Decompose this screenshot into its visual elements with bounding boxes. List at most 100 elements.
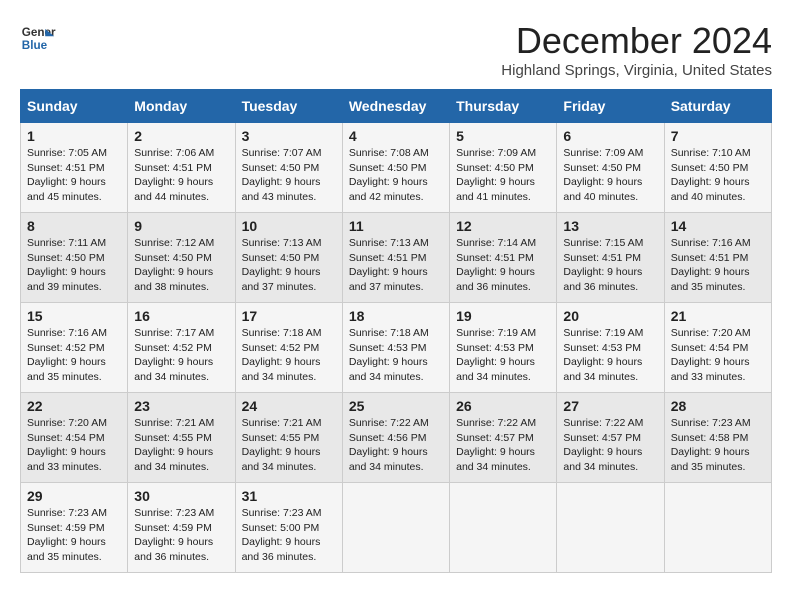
calendar-cell: 8 Sunrise: 7:11 AMSunset: 4:50 PMDaylight… [21,213,128,303]
day-info: Sunrise: 7:17 AMSunset: 4:52 PMDaylight:… [134,326,228,385]
day-number: 7 [671,128,765,144]
header-monday: Monday [128,90,235,123]
calendar-cell: 25Sunrise: 7:22 AMSunset: 4:56 PMDayligh… [342,393,449,483]
day-info: Sunrise: 7:20 AMSunset: 4:54 PMDaylight:… [671,326,765,385]
calendar-header-row: SundayMondayTuesdayWednesdayThursdayFrid… [21,90,772,123]
calendar-cell: 1 Sunrise: 7:05 AMSunset: 4:51 PMDaylight… [21,123,128,213]
day-info: Sunrise: 7:08 AMSunset: 4:50 PMDaylight:… [349,146,443,205]
calendar-cell: 12Sunrise: 7:14 AMSunset: 4:51 PMDayligh… [450,213,557,303]
day-number: 21 [671,308,765,324]
day-info: Sunrise: 7:22 AMSunset: 4:57 PMDaylight:… [563,416,657,475]
day-info: Sunrise: 7:15 AMSunset: 4:51 PMDaylight:… [563,236,657,295]
calendar-cell: 21 Sunrise: 7:20 AMSunset: 4:54 PMDayligh… [664,303,771,393]
day-number: 31 [242,488,336,504]
calendar-cell: 15 Sunrise: 7:16 AMSunset: 4:52 PMDayligh… [21,303,128,393]
calendar-cell: 29 Sunrise: 7:23 AMSunset: 4:59 PMDayligh… [21,483,128,573]
day-info: Sunrise: 7:13 AMSunset: 4:50 PMDaylight:… [242,236,336,295]
day-info: Sunrise: 7:09 AMSunset: 4:50 PMDaylight:… [563,146,657,205]
day-number: 2 [134,128,228,144]
day-number: 11 [349,218,443,234]
day-number: 17 [242,308,336,324]
day-info: Sunrise: 7:09 AMSunset: 4:50 PMDaylight:… [456,146,550,205]
day-info: Sunrise: 7:22 AMSunset: 4:56 PMDaylight:… [349,416,443,475]
day-info: Sunrise: 7:12 AMSunset: 4:50 PMDaylight:… [134,236,228,295]
logo: General Blue [20,20,56,56]
day-number: 10 [242,218,336,234]
calendar-cell: 3Sunrise: 7:07 AMSunset: 4:50 PMDaylight… [235,123,342,213]
header-friday: Friday [557,90,664,123]
day-info: Sunrise: 7:18 AMSunset: 4:53 PMDaylight:… [349,326,443,385]
day-number: 27 [563,398,657,414]
day-number: 14 [671,218,765,234]
calendar-cell: 6 Sunrise: 7:09 AMSunset: 4:50 PMDaylight… [557,123,664,213]
day-info: Sunrise: 7:14 AMSunset: 4:51 PMDaylight:… [456,236,550,295]
calendar-cell: 14 Sunrise: 7:16 AMSunset: 4:51 PMDayligh… [664,213,771,303]
calendar-cell: 9 Sunrise: 7:12 AMSunset: 4:50 PMDaylight… [128,213,235,303]
day-info: Sunrise: 7:23 AMSunset: 4:58 PMDaylight:… [671,416,765,475]
header-wednesday: Wednesday [342,90,449,123]
day-number: 30 [134,488,228,504]
calendar-cell [450,483,557,573]
page-header: General Blue December 2024 Highland Spri… [20,20,772,79]
day-info: Sunrise: 7:23 AMSunset: 4:59 PMDaylight:… [27,506,121,565]
day-info: Sunrise: 7:21 AMSunset: 4:55 PMDaylight:… [134,416,228,475]
day-info: Sunrise: 7:19 AMSunset: 4:53 PMDaylight:… [456,326,550,385]
location-subtitle: Highland Springs, Virginia, United State… [501,62,772,79]
day-number: 29 [27,488,121,504]
calendar-cell: 2 Sunrise: 7:06 AMSunset: 4:51 PMDaylight… [128,123,235,213]
calendar-cell: 30Sunrise: 7:23 AMSunset: 4:59 PMDayligh… [128,483,235,573]
calendar-cell: 11 Sunrise: 7:13 AMSunset: 4:51 PMDayligh… [342,213,449,303]
month-title: December 2024 [501,20,772,62]
day-info: Sunrise: 7:10 AMSunset: 4:50 PMDaylight:… [671,146,765,205]
calendar-week-row: 29 Sunrise: 7:23 AMSunset: 4:59 PMDayligh… [21,483,772,573]
calendar-cell: 7 Sunrise: 7:10 AMSunset: 4:50 PMDaylight… [664,123,771,213]
calendar-cell [664,483,771,573]
calendar-cell: 10 Sunrise: 7:13 AMSunset: 4:50 PMDayligh… [235,213,342,303]
calendar-cell: 27 Sunrise: 7:22 AMSunset: 4:57 PMDayligh… [557,393,664,483]
calendar-cell: 5Sunrise: 7:09 AMSunset: 4:50 PMDaylight… [450,123,557,213]
calendar-cell [557,483,664,573]
day-number: 1 [27,128,121,144]
header-tuesday: Tuesday [235,90,342,123]
calendar-cell: 20Sunrise: 7:19 AMSunset: 4:53 PMDayligh… [557,303,664,393]
calendar-cell: 18 Sunrise: 7:18 AMSunset: 4:53 PMDayligh… [342,303,449,393]
day-info: Sunrise: 7:05 AMSunset: 4:51 PMDaylight:… [27,146,121,205]
day-info: Sunrise: 7:06 AMSunset: 4:51 PMDaylight:… [134,146,228,205]
day-info: Sunrise: 7:13 AMSunset: 4:51 PMDaylight:… [349,236,443,295]
day-info: Sunrise: 7:19 AMSunset: 4:53 PMDaylight:… [563,326,657,385]
day-number: 16 [134,308,228,324]
day-number: 15 [27,308,121,324]
header-sunday: Sunday [21,90,128,123]
day-info: Sunrise: 7:16 AMSunset: 4:51 PMDaylight:… [671,236,765,295]
calendar-cell: 26 Sunrise: 7:22 AMSunset: 4:57 PMDayligh… [450,393,557,483]
day-info: Sunrise: 7:07 AMSunset: 4:50 PMDaylight:… [242,146,336,205]
calendar-cell: 23 Sunrise: 7:21 AMSunset: 4:55 PMDayligh… [128,393,235,483]
day-number: 24 [242,398,336,414]
day-number: 23 [134,398,228,414]
calendar-cell: 31Sunrise: 7:23 AMSunset: 5:00 PMDayligh… [235,483,342,573]
calendar-table: SundayMondayTuesdayWednesdayThursdayFrid… [20,89,772,573]
day-number: 4 [349,128,443,144]
day-info: Sunrise: 7:21 AMSunset: 4:55 PMDaylight:… [242,416,336,475]
title-area: December 2024 Highland Springs, Virginia… [501,20,772,79]
calendar-cell [342,483,449,573]
calendar-cell: 4 Sunrise: 7:08 AMSunset: 4:50 PMDaylight… [342,123,449,213]
day-number: 13 [563,218,657,234]
calendar-cell: 16 Sunrise: 7:17 AMSunset: 4:52 PMDayligh… [128,303,235,393]
calendar-cell: 24 Sunrise: 7:21 AMSunset: 4:55 PMDayligh… [235,393,342,483]
day-number: 28 [671,398,765,414]
calendar-week-row: 15 Sunrise: 7:16 AMSunset: 4:52 PMDayligh… [21,303,772,393]
day-number: 8 [27,218,121,234]
day-number: 18 [349,308,443,324]
day-number: 9 [134,218,228,234]
calendar-cell: 19Sunrise: 7:19 AMSunset: 4:53 PMDayligh… [450,303,557,393]
header-saturday: Saturday [664,90,771,123]
day-number: 26 [456,398,550,414]
day-info: Sunrise: 7:22 AMSunset: 4:57 PMDaylight:… [456,416,550,475]
calendar-week-row: 22Sunrise: 7:20 AMSunset: 4:54 PMDayligh… [21,393,772,483]
day-number: 6 [563,128,657,144]
day-info: Sunrise: 7:16 AMSunset: 4:52 PMDaylight:… [27,326,121,385]
header-thursday: Thursday [450,90,557,123]
day-info: Sunrise: 7:11 AMSunset: 4:50 PMDaylight:… [27,236,121,295]
calendar-week-row: 8 Sunrise: 7:11 AMSunset: 4:50 PMDaylight… [21,213,772,303]
